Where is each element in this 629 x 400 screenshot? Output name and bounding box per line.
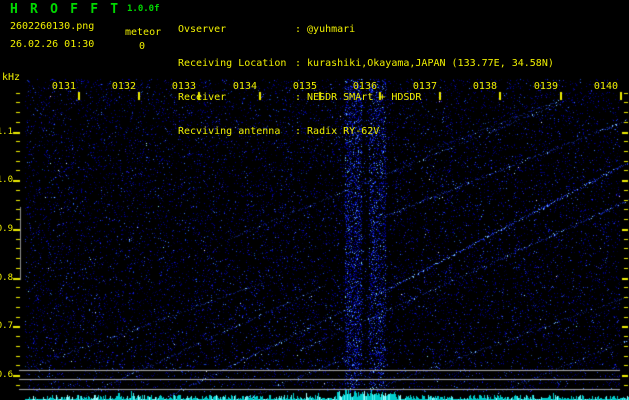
- info-label: Recviving antenna: [178, 126, 281, 137]
- info-value: NESDR SMArt + HDSDR: [307, 92, 422, 103]
- time-tick-label: 0138: [472, 81, 497, 92]
- time-tick-label: 0136: [352, 81, 377, 92]
- freq-axis-unit-label: kHz: [2, 72, 21, 83]
- meteor-count-value: 0: [139, 41, 146, 52]
- info-label: Ovserver: [178, 24, 227, 35]
- capture-datetime: 26.02.26 01:30: [10, 39, 95, 50]
- time-tick-label: 0134: [232, 81, 257, 92]
- time-tick-label: 0137: [412, 81, 437, 92]
- time-tick-label: 0133: [171, 81, 196, 92]
- freq-tick-label: 0.9: [0, 224, 13, 234]
- freq-tick-label: 1.1: [0, 127, 13, 137]
- info-row: Ovserver: @yuhmari: [178, 24, 554, 36]
- freq-tick-label: 0.7: [0, 321, 13, 331]
- app-version: 1.0.0f: [127, 4, 160, 14]
- info-separator: :: [295, 58, 302, 69]
- info-value: Radix RY-62V: [307, 126, 380, 137]
- info-separator: :: [295, 24, 302, 35]
- info-separator: :: [295, 92, 302, 103]
- time-tick-label: 0140: [593, 81, 618, 92]
- time-tick-label: 0135: [292, 81, 317, 92]
- info-label: Receiver: [178, 92, 227, 103]
- output-filename: 2602260130.png: [10, 21, 95, 32]
- info-value: @yuhmari: [307, 24, 356, 35]
- time-tick-label: 0131: [51, 81, 76, 92]
- freq-tick-label: 0.8: [0, 273, 13, 283]
- info-separator: :: [295, 126, 302, 137]
- info-row: Receiver: NESDR SMArt + HDSDR: [178, 92, 554, 104]
- app-title: H R O F F T: [10, 2, 121, 17]
- hrofft-window: H R O F F T 1.0.0f 2602260130.png meteor…: [0, 0, 629, 400]
- info-row: Recviving antenna: Radix RY-62V: [178, 126, 554, 138]
- info-row: Receiving Location: kurashiki,Okayama,JAP…: [178, 58, 554, 70]
- time-tick-label: 0139: [533, 81, 558, 92]
- freq-tick-label: 1.0: [0, 175, 13, 185]
- time-tick-label: 0132: [111, 81, 136, 92]
- info-value: kurashiki,Okayama,JAPAN (133.77E, 34.58N…: [307, 58, 554, 69]
- freq-tick-label: 0.6: [0, 370, 13, 380]
- info-label: Receiving Location: [178, 58, 287, 69]
- meteor-count-label: meteor: [125, 27, 162, 38]
